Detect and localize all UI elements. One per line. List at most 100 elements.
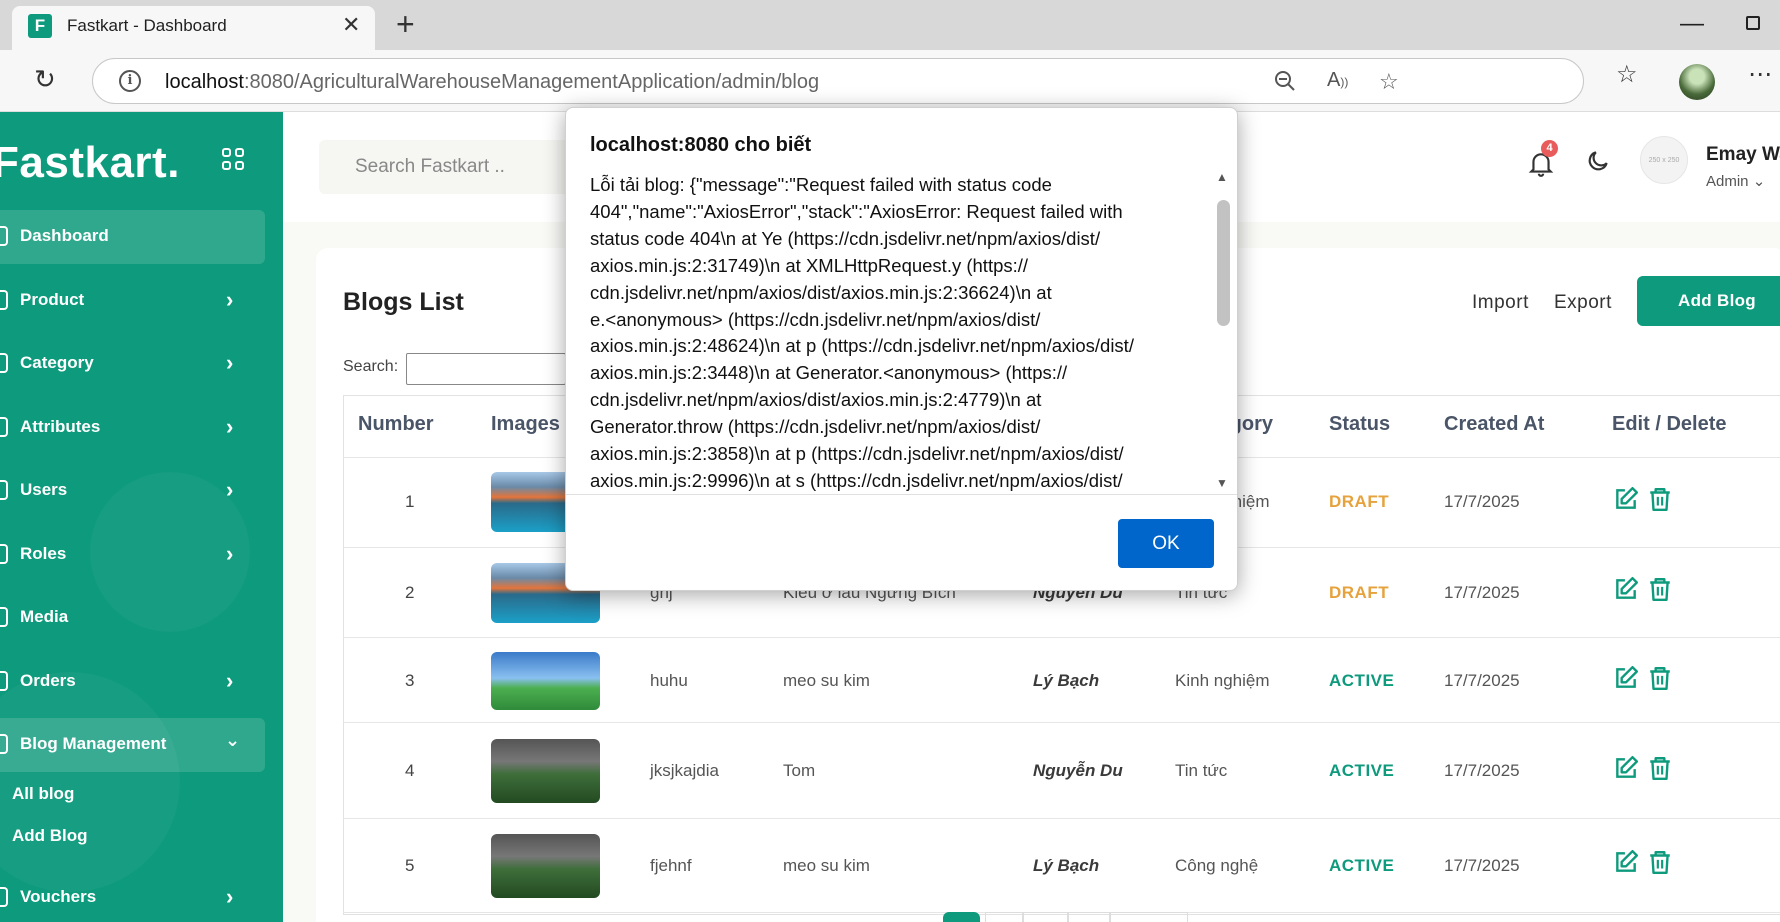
blog-thumbnail	[491, 834, 600, 898]
dialog-message-line: axios.min.js:2:9996)\n at s (https://cdn…	[590, 469, 1123, 491]
url-host: localhost	[165, 71, 244, 93]
profile-avatar[interactable]	[1679, 64, 1715, 100]
sidebar-item-orders[interactable]: Orders ›	[0, 655, 265, 709]
blog-icon	[0, 734, 8, 754]
moon-icon[interactable]	[1585, 148, 1611, 181]
trash-icon[interactable]	[1647, 576, 1673, 602]
cell-number: 1	[405, 492, 415, 511]
trash-icon[interactable]	[1647, 755, 1673, 781]
row-divider	[343, 637, 1780, 638]
chevron-right-icon: ›	[226, 668, 234, 693]
close-tab-icon[interactable]: ✕	[342, 14, 360, 36]
favicon-icon: F	[28, 14, 52, 38]
cell-author: Nguyễn Du	[1033, 761, 1123, 780]
trash-icon[interactable]	[1647, 849, 1673, 875]
column-header[interactable]: Images	[491, 413, 560, 436]
grid-toggle-icon[interactable]	[222, 148, 246, 172]
add-blog-button[interactable]: Add Blog	[1637, 276, 1780, 326]
cell-content: meo su kim	[783, 856, 870, 875]
pagination-page[interactable]	[985, 912, 1023, 922]
media-icon	[0, 607, 8, 627]
restore-icon[interactable]	[1746, 16, 1760, 30]
browser-tab-bar: F Fastkart - Dashboard ✕ + —	[0, 0, 1780, 50]
import-button[interactable]: Import	[1472, 292, 1529, 314]
scrollbar-thumb[interactable]	[1217, 200, 1230, 326]
scroll-down-icon[interactable]: ▼	[1216, 476, 1228, 490]
minimize-icon[interactable]: —	[1680, 10, 1704, 38]
sidebar-item-product[interactable]: Product ›	[0, 274, 265, 328]
edit-icon[interactable]	[1613, 755, 1639, 781]
sidebar-item-vouchers[interactable]: Vouchers ›	[0, 871, 265, 922]
user-avatar[interactable]: 250 x 250	[1640, 136, 1688, 184]
pagination-next[interactable]	[1110, 912, 1188, 922]
dialog-message-line: cdn.jsdelivr.net/npm/axios/dist/axios.mi…	[590, 389, 1042, 411]
export-button[interactable]: Export	[1554, 292, 1612, 314]
sidebar-item-label: Product	[20, 290, 85, 309]
cell-created-at: 17/7/2025	[1444, 492, 1520, 511]
read-aloud-icon[interactable]: A))	[1327, 69, 1348, 92]
user-role-label: Admin	[1706, 173, 1749, 190]
scroll-up-icon[interactable]: ▲	[1216, 170, 1228, 184]
reload-icon[interactable]: ↻	[34, 64, 56, 95]
pagination-page[interactable]	[1068, 912, 1110, 922]
sidebar-item-attributes[interactable]: Attributes ›	[0, 401, 265, 455]
pagination-page[interactable]	[1023, 912, 1068, 922]
roles-icon	[0, 544, 8, 564]
edit-icon[interactable]	[1613, 665, 1639, 691]
cell-category: Công nghệ	[1175, 856, 1259, 875]
url-field[interactable]: i localhost:8080/AgriculturalWarehouseMa…	[92, 58, 1584, 104]
sidebar-subitem-add-blog[interactable]: Add Blog	[12, 826, 88, 846]
column-header[interactable]: Edit / Delete	[1612, 413, 1726, 436]
page-title: Blogs List	[343, 288, 464, 316]
url-path: :8080/AgriculturalWarehouseManagementApp…	[243, 71, 820, 93]
column-header[interactable]: Status	[1329, 413, 1390, 436]
dialog-message-line: Lỗi tải blog: {"message":"Request failed…	[590, 174, 1052, 195]
sidebar-subitem-all-blog[interactable]: All blog	[12, 784, 74, 804]
more-menu-icon[interactable]: ⋯	[1748, 60, 1772, 89]
sidebar-item-media[interactable]: Media	[0, 591, 265, 645]
zoom-out-icon[interactable]	[1273, 69, 1297, 99]
dialog-message-line: status code 404\n at Ye (https://cdn.jsd…	[590, 227, 1101, 249]
attributes-icon	[0, 417, 8, 437]
column-header[interactable]: Created At	[1444, 413, 1544, 436]
cell-author: Lý Bạch	[1033, 671, 1100, 690]
pagination-active-page[interactable]	[943, 912, 980, 922]
cell-title: huhu	[650, 671, 688, 690]
table-search-input[interactable]	[406, 353, 566, 385]
user-role[interactable]: Admin ⌄	[1706, 172, 1765, 190]
trash-icon[interactable]	[1647, 486, 1673, 512]
sidebar-item-label: Orders	[20, 671, 76, 690]
trash-icon[interactable]	[1647, 665, 1673, 691]
logo[interactable]: Fastkart.	[0, 138, 180, 188]
site-info-icon[interactable]: i	[119, 70, 141, 92]
cell-created-at: 17/7/2025	[1444, 583, 1520, 602]
edit-icon[interactable]	[1613, 576, 1639, 602]
edit-icon[interactable]	[1613, 849, 1639, 875]
column-header[interactable]: Number	[358, 413, 434, 436]
product-icon	[0, 290, 8, 310]
sidebar-item-users[interactable]: Users ›	[0, 464, 265, 518]
cell-content: meo su kim	[783, 671, 870, 690]
sidebar-item-label: Category	[20, 353, 94, 372]
sidebar-item-dashboard[interactable]: Dashboard	[0, 210, 265, 264]
favorite-star-icon[interactable]: ☆	[1379, 69, 1399, 95]
sidebar-item-label: Media	[20, 607, 69, 626]
new-tab-icon[interactable]: +	[396, 6, 415, 42]
sidebar-item-roles[interactable]: Roles ›	[0, 528, 265, 582]
status-badge: ACTIVE	[1329, 856, 1395, 875]
favorites-icon[interactable]: ☆	[1616, 60, 1638, 89]
ok-button[interactable]: OK	[1118, 519, 1214, 568]
sidebar-item-category[interactable]: Category ›	[0, 337, 265, 391]
cell-category: Tin tức	[1175, 761, 1228, 780]
tab-title: Fastkart - Dashboard	[67, 16, 227, 35]
browser-tab[interactable]: F Fastkart - Dashboard ✕	[12, 6, 375, 50]
category-icon	[0, 353, 8, 373]
cell-title: jksjkajdia	[650, 761, 719, 780]
chevron-right-icon: ›	[226, 287, 234, 312]
chevron-right-icon: ›	[226, 350, 234, 375]
edit-icon[interactable]	[1613, 486, 1639, 512]
sidebar: Fastkart. Dashboard Product › Category ›…	[0, 112, 283, 922]
sidebar-item-blog-management[interactable]: Blog Management ⌄	[0, 718, 265, 772]
user-name[interactable]: Emay Walter	[1706, 144, 1780, 166]
dialog-message-line: cdn.jsdelivr.net/npm/axios/dist/axios.mi…	[590, 281, 1052, 303]
